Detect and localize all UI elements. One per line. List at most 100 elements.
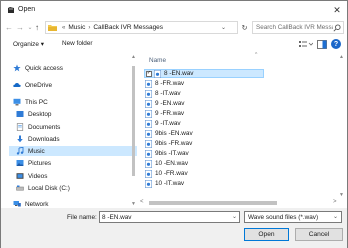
audio-file-icon — [145, 139, 152, 148]
navigation-bar: ← → ⌄ ↑ « Music › CallBack IVR Messages … — [1, 20, 347, 36]
file-row[interactable]: 10 -IT.wav — [144, 179, 264, 188]
file-name: 9bis -EN.wav — [155, 130, 193, 137]
nav-item-videos[interactable]: Videos — [16, 171, 47, 181]
help-icon[interactable]: ? — [331, 39, 341, 49]
file-row[interactable]: 9bis -EN.wav — [144, 129, 264, 138]
nav-label: Music — [28, 147, 45, 155]
title-bar: Open ✕ — [1, 1, 347, 19]
file-name: 8 -EN.wav — [164, 70, 194, 77]
nav-label: Pictures — [28, 159, 52, 167]
selection-checkbox[interactable]: ✓ — [146, 70, 152, 77]
navigation-pane: Quick access OneDrive This PC Desktop Do… — [1, 52, 137, 208]
file-row[interactable]: 10 -FR.wav — [144, 169, 264, 178]
file-name: 9 -FR.wav — [155, 110, 185, 117]
view-options-icon[interactable] — [299, 40, 313, 49]
file-row[interactable]: 9bis -IT.wav — [144, 149, 264, 158]
computer-icon — [13, 98, 21, 106]
scroll-left-arrow[interactable]: < — [140, 199, 144, 205]
nav-item-quick-access[interactable]: Quick access — [13, 63, 63, 73]
disk-icon — [16, 185, 24, 191]
cancel-button[interactable]: Cancel — [295, 228, 343, 241]
file-row[interactable]: 9 -EN.wav — [144, 99, 264, 108]
desktop-icon — [16, 111, 24, 117]
open-button[interactable]: Open — [244, 228, 289, 241]
file-row[interactable]: ✓ 8 -EN.wav — [144, 69, 264, 78]
nav-scrollbar-thumb[interactable] — [132, 66, 135, 176]
file-row[interactable]: 10 -EN.wav — [144, 159, 264, 168]
horizontal-scrollbar-thumb[interactable] — [149, 201, 277, 205]
dialog-footer: File name: 8 -EN.wav ⌄ Wave sound files … — [1, 208, 347, 248]
back-arrow-icon[interactable]: ← — [4, 22, 14, 33]
nav-label: Downloads — [28, 135, 60, 143]
file-type-select[interactable]: Wave sound files (*.wav) ⌄ — [244, 211, 342, 223]
nav-item-pictures[interactable]: Pictures — [16, 158, 51, 168]
up-arrow-icon[interactable]: ↑ — [32, 22, 42, 33]
audio-file-icon — [145, 149, 152, 158]
address-dropdown-icon[interactable]: ⌄ — [221, 24, 226, 31]
file-name: 10 -IT.wav — [155, 180, 185, 187]
nav-item-desktop[interactable]: Desktop — [16, 109, 51, 119]
documents-icon — [16, 123, 24, 131]
breadcrumb-separator[interactable]: › — [88, 25, 90, 31]
audio-file-icon — [145, 159, 152, 168]
audio-file-icon — [145, 169, 152, 178]
file-name-input[interactable]: 8 -EN.wav ⌄ — [99, 211, 240, 223]
nav-item-this-pc[interactable]: This PC — [13, 97, 48, 107]
window-title: Open — [18, 6, 36, 13]
sort-chevron-icon: ^ — [255, 52, 258, 58]
file-list: ^ Name ✓ 8 -EN.wav 8 -FR.wav 8 -IT.wav 9… — [142, 52, 347, 202]
file-name: 9 -EN.wav — [155, 100, 185, 107]
nav-item-onedrive[interactable]: OneDrive — [13, 80, 52, 90]
audio-file-icon — [145, 129, 152, 138]
new-folder-button[interactable]: New folder — [62, 40, 93, 47]
nav-scroll-up-arrow[interactable]: ▲ — [131, 54, 136, 60]
nav-label: This PC — [25, 98, 48, 106]
column-header-name[interactable]: Name — [149, 57, 166, 64]
file-name: 9bis -FR.wav — [155, 140, 193, 147]
cloud-icon — [13, 83, 21, 87]
scroll-right-arrow[interactable]: > — [333, 199, 337, 205]
file-name: 9 -IT.wav — [155, 120, 181, 127]
file-name: 10 -FR.wav — [155, 170, 188, 177]
file-name: 8 -FR.wav — [155, 80, 185, 87]
file-row[interactable]: 8 -FR.wav — [144, 79, 264, 88]
audio-file-icon — [145, 179, 152, 188]
nav-item-documents[interactable]: Documents — [16, 122, 60, 132]
nav-label: Videos — [28, 172, 48, 180]
horizontal-scrollbar[interactable]: < > — [137, 199, 342, 207]
nav-scroll-down-arrow[interactable]: ▼ — [131, 201, 136, 207]
chevron-down-icon[interactable]: ⌄ — [333, 213, 338, 220]
nav-item-downloads[interactable]: Downloads — [16, 134, 60, 144]
audio-file-icon — [145, 109, 152, 118]
refresh-icon[interactable]: ↻ — [239, 21, 250, 34]
file-row[interactable]: 9bis -FR.wav — [144, 139, 264, 148]
audio-file-icon — [145, 89, 152, 98]
address-bar[interactable]: « Music › CallBack IVR Messages ⌄ — [45, 21, 238, 34]
files-scroll-down-arrow[interactable]: ▼ — [339, 192, 344, 198]
organize-button[interactable]: Organize ▾ — [13, 40, 44, 48]
breadcrumb-current-folder[interactable]: CallBack IVR Messages — [93, 24, 163, 31]
files-scroll-up-arrow[interactable]: ▲ — [339, 54, 344, 60]
audio-file-icon — [145, 119, 152, 128]
file-row[interactable]: 9 -IT.wav — [144, 119, 264, 128]
nav-label: Documents — [28, 123, 61, 131]
command-bar: Organize ▾ New folder ? — [1, 38, 347, 51]
nav-label: Local Disk (C:) — [28, 184, 70, 192]
audio-file-icon — [145, 79, 152, 88]
downloads-icon — [17, 135, 23, 143]
overflow-chevron[interactable]: « — [62, 25, 65, 31]
search-input[interactable]: Search CallBack IVR Messages — [256, 24, 333, 31]
preview-pane-icon[interactable] — [317, 40, 327, 49]
star-icon — [13, 64, 21, 72]
forward-arrow-icon[interactable]: → — [15, 22, 25, 33]
close-button[interactable]: ✕ — [331, 4, 343, 16]
nav-item-music[interactable]: Music — [9, 146, 137, 156]
search-box[interactable]: Search CallBack IVR Messages — [252, 21, 344, 34]
file-row[interactable]: 9 -FR.wav — [144, 109, 264, 118]
chevron-down-icon[interactable]: ⌄ — [232, 213, 237, 220]
nav-item-network[interactable]: Network — [13, 199, 48, 208]
nav-item-local-disk[interactable]: Local Disk (C:) — [16, 183, 70, 193]
file-row[interactable]: 8 -IT.wav — [144, 89, 264, 98]
nav-label: Desktop — [28, 110, 52, 118]
breadcrumb-music[interactable]: Music — [68, 24, 85, 31]
